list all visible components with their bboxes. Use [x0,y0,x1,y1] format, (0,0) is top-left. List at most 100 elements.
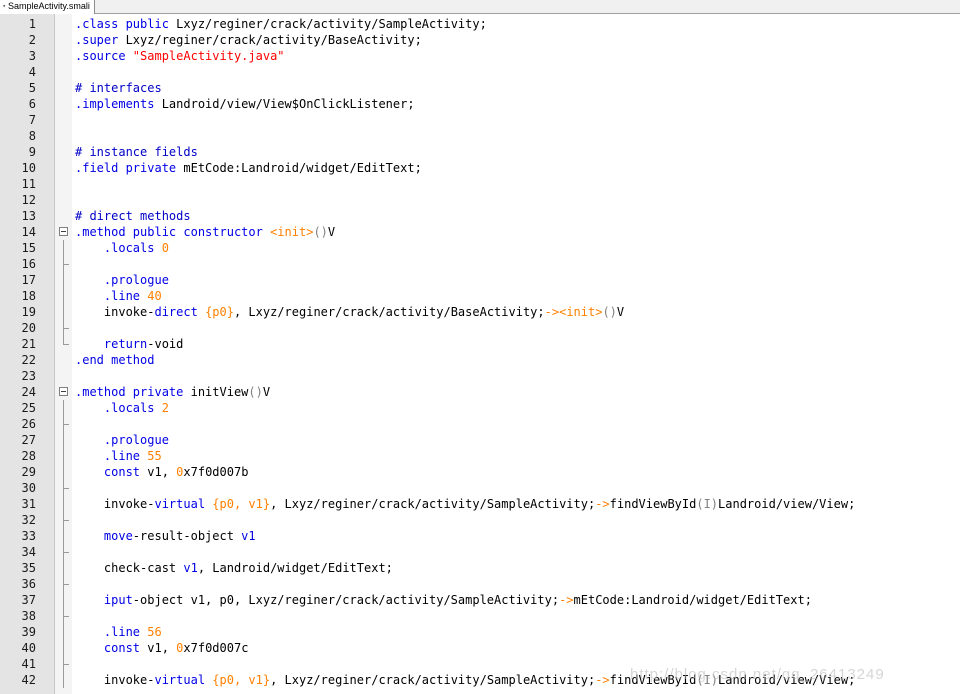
code-line[interactable]: 30 [0,480,960,496]
fold-guide-line [57,256,71,272]
code-line[interactable]: 10 .field private mEtCode:Landroid/widget… [0,160,960,176]
line-number: 38 [21,609,36,623]
code-lines: 1 .class public Lxyz/reginer/crack/activi… [0,16,960,688]
code-line[interactable]: 22 .end method [0,352,960,368]
fold-guide-line [57,416,71,432]
fold-guide-line [57,400,71,416]
line-number: 21 [21,337,36,351]
fold-guide-line [57,496,71,512]
code-token: -object v1, p0, Lxyz/reginer/crack/activ… [132,593,560,607]
code-token: -> [595,673,610,687]
code-line[interactable]: 31 invoke-virtual {p0, v1}, Lxyz/reginer… [0,496,960,512]
code-line[interactable]: 26 [0,416,960,432]
code-line[interactable]: 36 [0,576,960,592]
code-line[interactable]: 8 [0,128,960,144]
line-number: 1 [28,17,36,31]
fold-guide-line [57,240,71,256]
code-line[interactable]: 28 .line 55 [0,448,960,464]
code-token: {p0, v1} [212,673,271,687]
code-line[interactable]: 14 .method public constructor <init>()V [0,224,960,240]
line-number: 26 [21,417,36,431]
code-line[interactable]: 1 .class public Lxyz/reginer/crack/activi… [0,16,960,32]
code-token: initView [190,385,249,399]
code-line[interactable]: 13 # direct methods [0,208,960,224]
code-text: return-void [75,336,183,352]
code-line[interactable]: 12 [0,192,960,208]
code-line[interactable]: 38 [0,608,960,624]
code-line[interactable]: 21 return-void [0,336,960,352]
code-line[interactable]: 5 # interfaces [0,80,960,96]
line-number: 28 [21,449,36,463]
code-line[interactable]: 33 move-result-object v1 [0,528,960,544]
code-token: V [262,385,271,399]
code-text: .line 56 [75,624,162,640]
code-line[interactable]: 32 [0,512,960,528]
code-token: virtual [154,673,213,687]
code-token: .source [75,49,133,63]
line-number: 8 [28,129,36,143]
code-line[interactable]: 16 [0,256,960,272]
code-token: check-cast [75,561,184,575]
code-token: -result-object [132,529,242,543]
line-number: 40 [21,641,36,655]
code-token: private [125,161,184,175]
code-token: invoke- [75,673,155,687]
fold-guide-line [57,656,71,672]
code-token: , Lxyz/reginer/crack/activity/BaseActivi… [233,305,545,319]
code-line[interactable]: 19 invoke-direct {p0}, Lxyz/reginer/crac… [0,304,960,320]
code-line[interactable]: 40 const v1, 0x7f0d007c [0,640,960,656]
line-number: 41 [21,657,36,671]
code-line[interactable]: 37 iput-object v1, p0, Lxyz/reginer/crac… [0,592,960,608]
line-number: 7 [28,113,36,127]
code-token: {p0, v1} [212,497,271,511]
code-text: # interfaces [75,80,162,96]
code-line[interactable]: 9 # instance fields [0,144,960,160]
code-token: <init> [270,225,314,239]
code-line[interactable]: 25 .locals 2 [0,400,960,416]
code-line[interactable]: 34 [0,544,960,560]
code-line[interactable]: 7 [0,112,960,128]
fold-guide-line [57,640,71,656]
tab-label: SampleActivity.smali [8,1,90,11]
code-token: {p0} [205,305,234,319]
fold-collapse-icon[interactable] [57,224,71,240]
code-token: .line [75,625,148,639]
code-line[interactable]: 15 .locals 0 [0,240,960,256]
code-text: .class public Lxyz/reginer/crack/activit… [75,16,487,32]
fold-collapse-icon[interactable] [57,384,71,400]
code-line[interactable]: 4 [0,64,960,80]
line-number: 10 [21,161,36,175]
code-line[interactable]: 27 .prologue [0,432,960,448]
minus-box-icon [59,227,68,236]
code-line[interactable]: 24 .method private initView()V [0,384,960,400]
code-line[interactable]: 29 const v1, 0x7f0d007b [0,464,960,480]
tab-sampleactivity-smali[interactable]: ▪ SampleActivity.smali [0,0,95,14]
code-text: .end method [75,352,154,368]
fold-guide-line [57,512,71,528]
code-token: -> [559,593,574,607]
code-line[interactable]: 18 .line 40 [0,288,960,304]
code-line[interactable]: 17 .prologue [0,272,960,288]
fold-guide-line [57,288,71,304]
code-line[interactable]: 35 check-cast v1, Landroid/widget/EditTe… [0,560,960,576]
code-line[interactable]: 11 [0,176,960,192]
code-line[interactable]: 3 .source "SampleActivity.java" [0,48,960,64]
code-token: mEtCode:Landroid/widget/EditText; [573,593,812,607]
code-token: # direct methods [75,209,191,223]
code-text: .line 40 [75,288,162,304]
code-line[interactable]: 23 [0,368,960,384]
code-token: const [75,465,148,479]
code-token: 0 [161,241,169,255]
code-token: # interfaces [75,81,162,95]
code-token: iput [75,593,133,607]
code-line[interactable]: 6 .implements Landroid/view/View$OnClickL… [0,96,960,112]
line-number: 30 [21,481,36,495]
code-editor[interactable]: 1 .class public Lxyz/reginer/crack/activi… [0,14,960,694]
code-token: public [132,225,184,239]
code-line[interactable]: 2 .super Lxyz/reginer/crack/activity/Base… [0,32,960,48]
code-text: .prologue [75,432,169,448]
code-token: direct [154,305,206,319]
code-line[interactable]: 20 [0,320,960,336]
code-text: .locals 2 [75,400,169,416]
code-line[interactable]: 39 .line 56 [0,624,960,640]
